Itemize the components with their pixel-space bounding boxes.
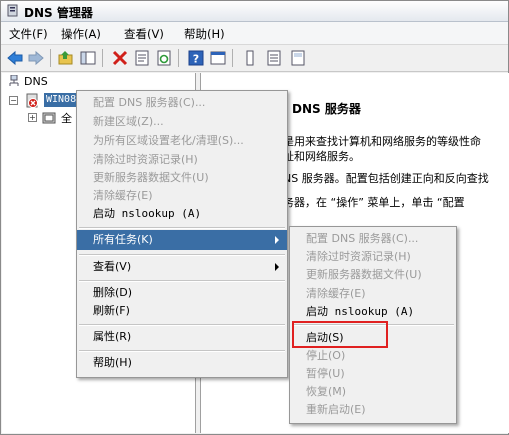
menu-item-launch-nslookup[interactable]: 启动 nslookup (A) [77,204,287,224]
title-bar: DNS 管理器 [1,1,508,22]
details-heading: DNS 服务器 [292,102,361,116]
menu-item-clear-cache[interactable]: 清除缓存(E) [77,186,287,206]
tile-icon[interactable] [289,49,307,67]
menu-file[interactable]: 文件(F) [9,26,48,42]
menu-item-help[interactable]: 帮助(H) [77,353,287,373]
details-icon[interactable] [265,49,283,67]
submenu-item-update-data-files[interactable]: 更新服务器数据文件(U) [290,265,456,285]
menu-view[interactable]: 查看(V) [124,26,164,42]
submenu-item-pause[interactable]: 暂停(U) [290,364,456,384]
svg-text:?: ? [193,53,199,66]
list-icon[interactable] [241,49,259,67]
window-title: DNS 管理器 [24,6,93,20]
details-text-line4: 务器，在 “操作” 菜单上，单击 “配置 [283,196,465,209]
help-icon[interactable]: ? [187,49,205,67]
context-menu: 配置 DNS 服务器(C)... 新建区域(Z)... 为所有区域设置老化/清理… [76,90,288,378]
tree-server-node[interactable]: WIN08 [44,93,78,107]
menu-separator [79,280,285,282]
menu-item-view[interactable]: 查看(V) [77,257,287,277]
menu-item-refresh[interactable]: 刷新(F) [77,301,287,321]
menu-item-scavenge[interactable]: 清除过时资源记录(H) [77,150,287,170]
menu-item-update-data-files[interactable]: 更新服务器数据文件(U) [77,168,287,188]
console-icon[interactable] [209,49,227,67]
menu-help[interactable]: 帮助(H) [184,26,225,42]
menu-item-set-aging[interactable]: 为所有区域设置老化/清理(S)... [77,131,287,151]
toolbar: ? [1,45,508,72]
details-text-line3: NS 服务器。配置包括创建正向和反向查找 [283,172,489,185]
submenu-item-resume[interactable]: 恢复(M) [290,382,456,402]
submenu-item-launch-nslookup[interactable]: 启动 nslookup (A) [290,302,456,322]
menu-item-new-zone[interactable]: 新建区域(Z)... [77,112,287,132]
delete-icon[interactable] [111,49,129,67]
dns-app-icon [7,4,18,17]
forward-arrow-icon[interactable] [27,49,45,67]
submenu-item-scavenge[interactable]: 清除过时资源记录(H) [290,247,456,267]
menu-item-delete[interactable]: 删除(D) [77,283,287,303]
folder-icon [42,112,56,124]
submenu-item-stop[interactable]: 停止(O) [290,346,456,366]
submenu-item-configure-dns[interactable]: 配置 DNS 服务器(C)... [290,229,456,249]
console-tree-icon[interactable] [79,49,97,67]
details-text-line1: 是用来查找计算机和网络服务的等级性命 [283,135,481,148]
tree-root-dns[interactable]: DNS [24,75,48,88]
up-folder-icon[interactable] [57,49,75,67]
collapse-toggle[interactable]: − [9,96,18,105]
expand-toggle[interactable]: + [28,113,37,122]
tree-child-node[interactable]: 全 [61,110,72,126]
details-text-line2: 址和网络服务。 [283,150,360,163]
toolbar-separator [50,49,51,67]
refresh-icon[interactable] [155,49,173,67]
highlight-box-start [292,321,388,348]
menu-separator [79,227,285,229]
submenu-item-restart[interactable]: 重新启动(E) [290,400,456,420]
dns-root-icon [9,75,19,86]
back-arrow-icon[interactable] [6,49,24,67]
menu-bar: 文件(F) 操作(A) 查看(V) 帮助(H) [1,22,508,45]
menu-item-all-tasks[interactable]: 所有任务(K) [77,230,287,250]
server-error-icon [26,93,38,108]
submenu-item-clear-cache[interactable]: 清除缓存(E) [290,284,456,304]
toolbar-separator [232,49,233,67]
menu-action[interactable]: 操作(A) [61,26,101,42]
toolbar-separator [178,49,179,67]
properties-icon[interactable] [133,49,151,67]
menu-item-properties[interactable]: 属性(R) [77,327,287,347]
menu-item-configure-dns[interactable]: 配置 DNS 服务器(C)... [77,93,287,113]
submenu-arrow-icon [275,263,279,271]
menu-separator [79,324,285,326]
toolbar-separator [102,49,103,67]
submenu-arrow-icon [275,236,279,244]
menu-separator [79,350,285,352]
menu-separator [79,254,285,256]
